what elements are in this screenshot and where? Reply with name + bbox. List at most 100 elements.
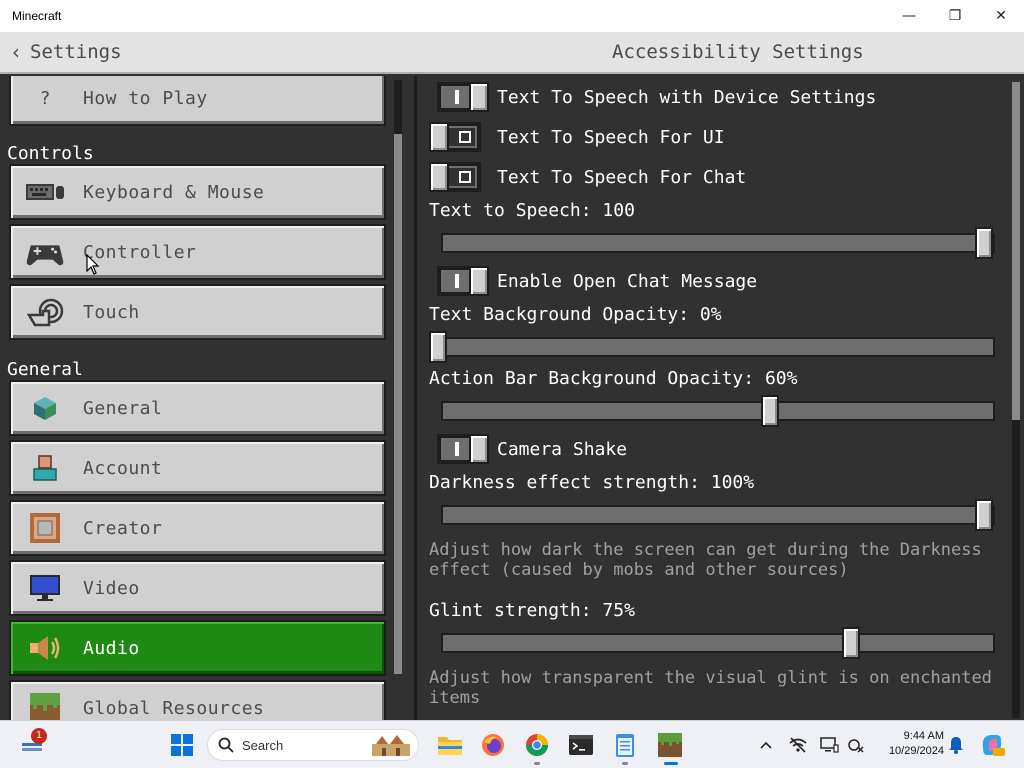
chrome-button[interactable] [521,729,553,761]
nav-item-audio[interactable]: Audio [9,620,386,676]
open-chat-toggle[interactable] [437,266,489,296]
accessibility-icon [848,739,864,753]
toggle-on-mark [455,442,459,456]
page-title: Accessibility Settings [612,41,864,63]
display-icon [820,737,839,753]
minimize-button[interactable]: — [886,0,932,32]
text-bg-opacity-slider[interactable] [429,331,995,363]
nav-item-touch[interactable]: Touch [9,284,386,340]
tts-device-setting: Text To Speech with Device Settings [437,82,876,112]
back-label: Settings [30,41,122,63]
copilot-button[interactable] [976,729,1008,761]
toggle-on-mark [455,90,459,104]
accessibility-button[interactable] [840,729,872,761]
tts-device-label: Text To Speech with Device Settings [497,86,877,108]
firefox-icon [482,734,504,756]
toggle-off-mark [459,171,471,183]
nav-item-controller[interactable]: Controller [9,224,386,280]
chrome-icon [526,734,548,756]
chevron-up-icon [760,741,772,749]
nav-item-global-resources[interactable]: Global Resources [9,680,386,720]
nav-item-label: Touch [83,301,140,323]
nav-item-general[interactable]: General [9,380,386,436]
cube-icon [25,392,65,424]
terminal-icon [569,735,593,755]
tts-ui-label: Text To Speech For UI [497,126,725,148]
nav-item-keyboard-mouse[interactable]: Keyboard & Mouse [9,164,386,220]
slider-thumb[interactable] [975,227,993,259]
section-controls: Controls [7,143,94,164]
nav-item-label: Audio [83,637,140,659]
restore-button[interactable]: ❐ [932,0,978,32]
tts-ui-toggle[interactable] [429,122,481,152]
tts-volume-slider[interactable] [441,227,995,259]
camera-shake-setting: Camera Shake [437,434,627,464]
keyboard-icon [25,176,65,208]
start-icon [171,734,193,756]
clock-date: 10/29/2024 [888,745,944,757]
action-bar-opacity-label: Action Bar Background Opacity: 60% [429,368,798,389]
minecraft-button[interactable] [654,729,686,761]
nav-scrollbar-thumb[interactable] [394,134,402,674]
camera-shake-toggle[interactable] [437,434,489,464]
minecraft-icon [658,733,682,757]
toggle-on-mark [455,274,459,288]
speaker-icon [25,632,65,664]
settings-nav: ? How to Play Controls Keyboard & Mouse … [0,76,410,720]
accessibility-settings-panel: Text To Speech with Device Settings Text… [414,76,1024,720]
clock-time: 9:44 AM [903,730,944,742]
running-indicator [534,762,540,765]
darkness-slider[interactable] [441,499,995,531]
taskbar: 1 Search 9:44 AM 10/29/2024 [0,720,1024,768]
open-chat-label: Enable Open Chat Message [497,270,758,292]
notepad-icon [616,734,634,757]
slider-thumb[interactable] [842,627,860,659]
darkness-label: Darkness effect strength: 100% [429,472,755,493]
nav-item-account[interactable]: Account [9,440,386,496]
monitor-icon [25,572,65,604]
show-hidden-icons-button[interactable] [750,729,782,761]
search-icon [218,737,234,753]
terminal-button[interactable] [565,729,597,761]
tts-device-toggle[interactable] [437,82,489,112]
back-button[interactable]: ‹ Settings [10,40,122,64]
close-button[interactable]: ✕ [978,0,1024,32]
nav-item-label: Creator [83,517,163,539]
tts-chat-label: Text To Speech For Chat [497,166,747,188]
clock[interactable]: 9:44 AM 10/29/2024 [876,729,944,759]
active-app-indicator [664,762,678,765]
search-placeholder: Search [242,737,284,753]
open-chat-setting: Enable Open Chat Message [437,266,757,296]
start-button[interactable] [166,729,198,761]
grass-block-icon [25,692,65,720]
nav-item-how-to-play[interactable]: ? How to Play [9,76,386,126]
firefox-button[interactable] [477,729,509,761]
nav-item-label: Account [83,457,163,479]
network-button[interactable] [782,729,814,761]
slider-thumb[interactable] [429,331,447,363]
chevron-left-icon: ‹ [10,40,23,64]
nav-item-video[interactable]: Video [9,560,386,616]
text-bg-opacity-label: Text Background Opacity: 0% [429,304,722,325]
tts-chat-toggle[interactable] [429,162,481,192]
notepad-button[interactable] [609,729,641,761]
slider-thumb[interactable] [975,499,993,531]
camera-shake-label: Camera Shake [497,438,628,460]
glint-slider[interactable] [441,627,995,659]
touch-icon [25,296,65,328]
file-explorer-button[interactable] [434,729,466,761]
nav-item-label: Controller [83,241,197,263]
settings-scrollbar-thumb[interactable] [1012,82,1020,420]
search-highlight-icon [372,735,410,756]
action-bar-opacity-slider[interactable] [441,395,995,427]
controller-icon [25,236,65,268]
network-off-icon [789,737,807,753]
glint-hint: Adjust how transparent the visual glint … [429,668,992,708]
slider-thumb[interactable] [761,395,779,427]
darkness-hint: Adjust how dark the screen can get durin… [429,540,982,580]
tts-chat-setting: Text To Speech For Chat [429,162,746,192]
notifications-button[interactable] [940,729,972,761]
mouse-cursor-icon [86,254,100,275]
nav-item-creator[interactable]: Creator [9,500,386,556]
taskbar-search[interactable]: Search [207,729,419,761]
